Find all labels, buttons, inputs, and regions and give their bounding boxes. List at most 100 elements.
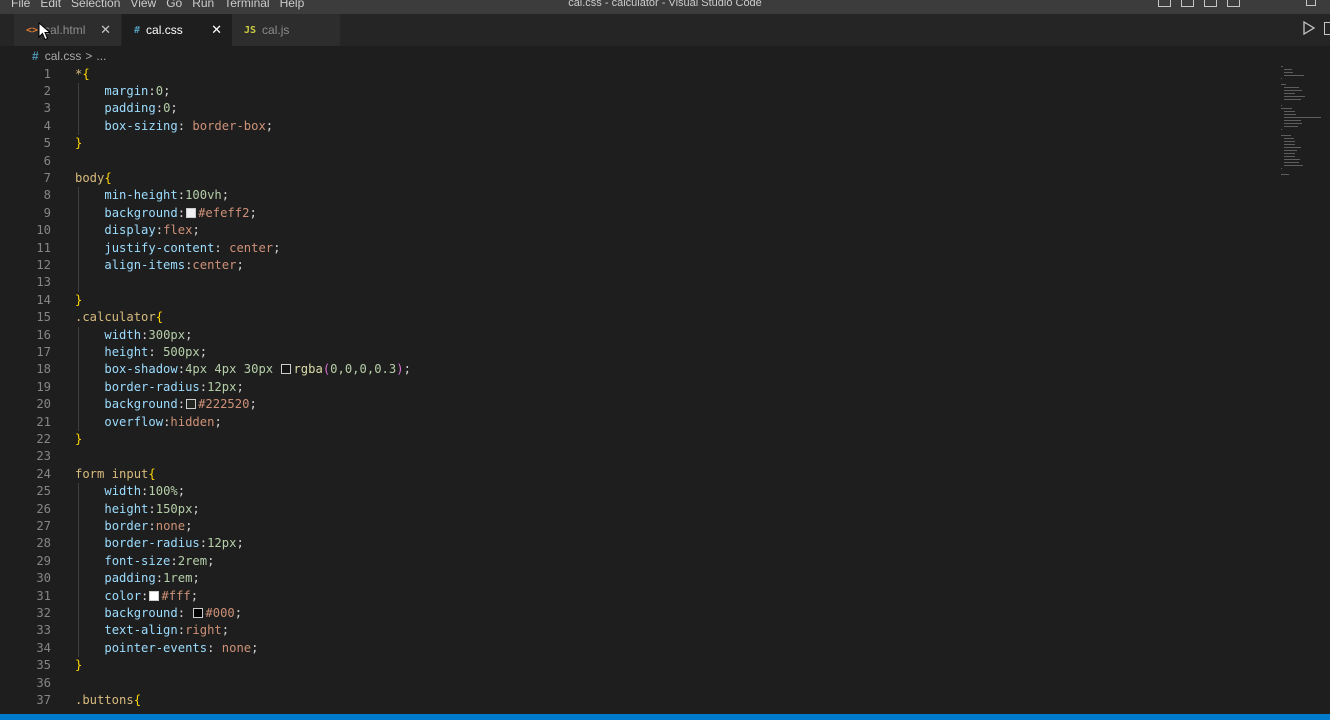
code-line[interactable]: 20 background: #222520; xyxy=(0,396,1330,413)
code-line[interactable]: 4 box-sizing: border-box; xyxy=(0,118,1330,135)
code-token: border xyxy=(104,518,149,533)
line-number: 23 xyxy=(36,449,51,464)
code-line[interactable]: 25 width:100%; xyxy=(0,483,1330,500)
minimap-line xyxy=(1283,150,1298,151)
code-token: : xyxy=(148,518,156,533)
code-line[interactable]: 18 box-shadow:4px 4px 30px rgba(0,0,0,0.… xyxy=(0,361,1330,378)
color-swatch[interactable] xyxy=(149,590,160,601)
line-code: form input{ xyxy=(75,466,156,483)
code-line[interactable]: 8 min-height:100vh; xyxy=(0,187,1330,204)
line-code: padding:0; xyxy=(75,100,177,117)
code-line[interactable]: 24 form input{ xyxy=(0,466,1330,483)
toggle-panel-icon[interactable] xyxy=(1181,0,1194,7)
code-line[interactable]: 17 height: 500px; xyxy=(0,344,1330,361)
minimap-line xyxy=(1283,117,1321,118)
code-line[interactable]: 22} xyxy=(0,431,1330,448)
breadcrumb-file[interactable]: cal.css xyxy=(45,49,82,63)
code-line[interactable]: 16 width:300px; xyxy=(0,327,1330,344)
code-line[interactable]: 15 .calculator{ xyxy=(0,309,1330,326)
color-swatch[interactable] xyxy=(281,364,292,375)
code-line[interactable]: 34 pointer-events: none; xyxy=(0,640,1330,657)
code-line[interactable]: 14} xyxy=(0,292,1330,309)
breadcrumb-symbols[interactable]: ... xyxy=(96,49,106,63)
restore-window-icon[interactable] xyxy=(1306,0,1316,6)
code-line[interactable]: 2 margin:0; xyxy=(0,83,1330,100)
js-file-icon: JS xyxy=(244,24,257,36)
minimap[interactable] xyxy=(1278,66,1330,186)
code-line[interactable]: 28 border-radius:12px; xyxy=(0,535,1330,552)
code-line[interactable]: 37 .buttons{ xyxy=(0,692,1330,709)
code-token: background xyxy=(104,605,178,620)
code-editor[interactable]: 1 *{2 margin:0; 3 padding:0; 4 box-sizing: … xyxy=(0,64,1330,714)
code-line[interactable]: 11 justify-content: center; xyxy=(0,240,1330,257)
code-line[interactable]: 36 xyxy=(0,675,1330,692)
code-token: 12px xyxy=(207,536,237,551)
code-token: { xyxy=(155,310,164,325)
line-number: 33 xyxy=(36,623,51,638)
code-token: flex xyxy=(163,223,193,238)
line-number: 25 xyxy=(36,484,51,499)
code-line[interactable]: 6 xyxy=(0,153,1330,170)
code-line[interactable]: 1 *{ xyxy=(0,66,1330,83)
minimap-line xyxy=(1283,162,1300,163)
line-number: 19 xyxy=(36,379,51,394)
code-token: } xyxy=(75,292,83,307)
minimap-line xyxy=(1283,159,1300,160)
code-token: ; xyxy=(214,414,222,429)
code-line[interactable]: 12 align-items:center; xyxy=(0,257,1330,274)
code-line[interactable]: 7 body{ xyxy=(0,170,1330,187)
line-number: 11 xyxy=(36,240,51,255)
line-number: 14 xyxy=(36,292,51,307)
code-token: ; xyxy=(273,240,281,255)
tab-cal-css[interactable]: # cal.css ✕ xyxy=(122,14,232,46)
minimap-line xyxy=(1283,147,1301,148)
tab-bar-spacer xyxy=(0,14,14,46)
color-swatch[interactable] xyxy=(193,607,204,618)
code-line[interactable]: 10 display:flex; xyxy=(0,222,1330,239)
code-token: : xyxy=(177,397,186,412)
tab-cal-html[interactable]: <> cal.html ✕ xyxy=(14,14,122,46)
code-line[interactable]: 33 text-align:right; xyxy=(0,622,1330,639)
code-line[interactable]: 9 background: #efeff2; xyxy=(0,205,1330,222)
line-code: height:150px; xyxy=(75,501,199,518)
code-line[interactable]: 27 border:none; xyxy=(0,518,1330,535)
code-token: : xyxy=(207,640,222,655)
status-bar xyxy=(0,714,1330,720)
tab-label: cal.js xyxy=(262,23,290,37)
run-file-button[interactable] xyxy=(1302,20,1318,38)
code-line[interactable]: 5} xyxy=(0,135,1330,152)
minimap-line xyxy=(1281,105,1282,106)
code-line[interactable]: 3 padding:0; xyxy=(0,100,1330,117)
code-line[interactable]: 31 color: #fff; xyxy=(0,588,1330,605)
line-number: 16 xyxy=(36,327,51,342)
code-line[interactable]: 26 height:150px; xyxy=(0,501,1330,518)
color-swatch[interactable] xyxy=(186,399,197,410)
code-line[interactable]: 35} xyxy=(0,657,1330,674)
toggle-primary-sidebar-icon[interactable] xyxy=(1158,0,1171,7)
code-line[interactable]: 13 xyxy=(0,274,1330,291)
color-swatch[interactable] xyxy=(186,207,197,218)
code-line[interactable]: 29 font-size:2rem; xyxy=(0,553,1330,570)
line-code: border-radius:12px; xyxy=(75,379,243,396)
customize-layout-icon[interactable] xyxy=(1227,0,1240,7)
line-number: 13 xyxy=(36,275,51,290)
code-line[interactable]: 21 overflow:hidden; xyxy=(0,414,1330,431)
code-line[interactable]: 30 padding:1rem; xyxy=(0,570,1330,587)
tab-cal-js[interactable]: JS cal.js xyxy=(232,14,340,46)
breadcrumb: # cal.css > ... xyxy=(0,46,1330,66)
toggle-secondary-sidebar-icon[interactable] xyxy=(1204,0,1217,7)
code-token: background xyxy=(104,397,178,412)
code-line[interactable]: 32 background: #000; xyxy=(0,605,1330,622)
code-line[interactable]: 19 border-radius:12px; xyxy=(0,379,1330,396)
code-token: ; xyxy=(207,553,215,568)
code-line[interactable]: 23 xyxy=(0,448,1330,465)
code-token: : xyxy=(148,344,164,359)
line-number: 21 xyxy=(36,414,51,429)
line-number: 29 xyxy=(36,553,51,568)
close-icon[interactable]: ✕ xyxy=(100,22,111,38)
code-token: ; xyxy=(236,536,244,551)
split-editor-icon[interactable] xyxy=(1324,22,1330,35)
close-icon[interactable]: ✕ xyxy=(211,22,222,38)
